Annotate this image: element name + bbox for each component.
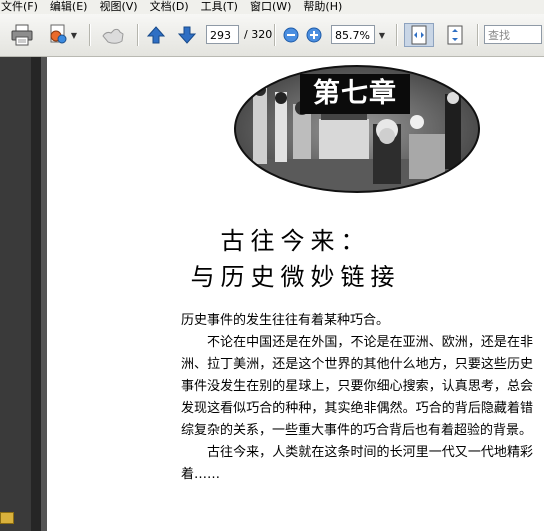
menu-help[interactable]: 帮助(H) xyxy=(303,0,342,14)
paragraph: 古往今来，人类就在这条时间的长河里一代又一代地精彩着…… xyxy=(181,445,533,482)
page-count: / 320 xyxy=(244,28,273,41)
zoom-input[interactable]: 85.7% xyxy=(331,25,375,44)
print-button[interactable] xyxy=(8,23,36,47)
minus-circle-icon xyxy=(283,27,299,43)
body-text: 历史事件的发生往往有着某种巧合。 不论在中国还是在外国，不论是在亚洲、欧洲，还是… xyxy=(181,310,533,486)
paragraph: 不论在中国还是在外国，不论是在亚洲、欧洲，还是在非洲、拉丁美洲，还是这个世界的其… xyxy=(181,335,533,438)
bookmark-icon[interactable] xyxy=(0,512,14,524)
arrow-down-icon xyxy=(177,26,197,44)
separator xyxy=(477,24,478,46)
menu-edit[interactable]: 编辑(E) xyxy=(50,0,88,14)
menu-tools[interactable]: 工具(T) xyxy=(201,0,238,14)
arrow-up-icon xyxy=(146,26,166,44)
menu-view[interactable]: 视图(V) xyxy=(99,0,137,14)
document-page: 第七章 古往今来： 与历史微妙链接 历史事件的发生往往有着某种巧合。 不论在中国… xyxy=(47,57,544,531)
separator xyxy=(274,24,275,46)
separator xyxy=(137,24,138,46)
fit-width-button[interactable] xyxy=(404,23,434,47)
search-input[interactable]: 查找 xyxy=(484,25,542,44)
toolbar: ▼ 293 / 320 85.7% ▼ 查找 xyxy=(0,14,544,57)
zoom-dropdown-button[interactable]: ▼ xyxy=(376,23,388,47)
hand-tool-button[interactable] xyxy=(98,23,128,47)
chapter-label: 第七章 xyxy=(300,74,410,114)
paragraph: 历史事件的发生往往有着某种巧合。 xyxy=(181,313,390,328)
plus-circle-icon xyxy=(306,27,322,43)
chevron-down-icon: ▼ xyxy=(70,30,78,40)
fit-page-button[interactable] xyxy=(441,23,469,47)
fit-page-icon xyxy=(447,25,463,45)
page-setup-button[interactable]: ▼ xyxy=(44,23,80,47)
printer-icon xyxy=(11,24,33,46)
hand-icon xyxy=(102,28,124,44)
next-page-button[interactable] xyxy=(175,23,199,47)
separator xyxy=(89,24,90,46)
chevron-down-icon: ▼ xyxy=(378,30,386,40)
document-settings-icon xyxy=(50,24,67,44)
chapter-title-line2: 与历史微妙链接 xyxy=(190,263,401,291)
separator xyxy=(396,24,397,46)
navigation-panel-edge[interactable] xyxy=(31,57,41,531)
previous-page-button[interactable] xyxy=(144,23,168,47)
menu-document[interactable]: 文档(D) xyxy=(150,0,189,14)
page-number-input[interactable]: 293 xyxy=(206,25,239,44)
menu-window[interactable]: 窗口(W) xyxy=(250,0,291,14)
fit-width-icon xyxy=(411,25,427,45)
navigation-panel xyxy=(0,57,31,531)
chapter-title-line1: 古往今来： xyxy=(220,227,371,255)
zoom-out-button[interactable] xyxy=(280,23,302,47)
menu-file[interactable]: 文件(F) xyxy=(1,0,38,14)
zoom-in-button[interactable] xyxy=(303,23,325,47)
menu-bar: 文件(F) 编辑(E) 视图(V) 文档(D) 工具(T) 窗口(W) 帮助(H) xyxy=(0,0,544,14)
